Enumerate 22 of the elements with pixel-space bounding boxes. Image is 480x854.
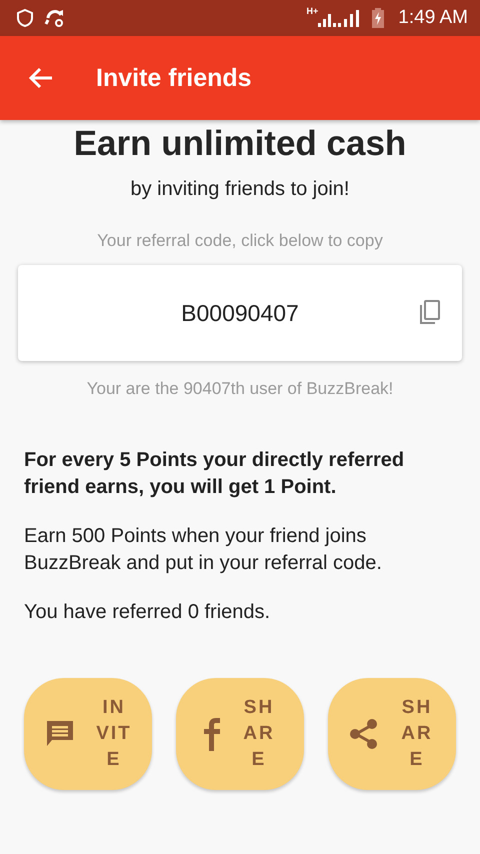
invite-button[interactable]: INVITE (24, 678, 152, 790)
network-type: H+ (306, 6, 318, 16)
screen-title: Invite friends (96, 64, 252, 92)
user-rank-note: Your are the 90407th user of BuzzBreak! (86, 379, 394, 399)
paragraph: You have referred 0 friends. (24, 600, 272, 625)
referral-code-card[interactable]: B00090407 (18, 265, 462, 361)
headline: Earn unlimited cash (72, 124, 408, 164)
back-arrow-icon[interactable] (28, 67, 54, 89)
facebook-icon (203, 717, 221, 751)
share-button[interactable]: SHARE (176, 678, 304, 790)
clock: 1:49 AM (398, 7, 468, 29)
subheadline: by inviting friends to join! (129, 178, 350, 201)
battery-charging-icon (372, 8, 384, 28)
share-button[interactable]: SHARE (328, 678, 456, 790)
paragraph: For every 5 Points your directly referred friend earns, you will get 1 Point. (24, 448, 406, 500)
referral-code: B00090407 (181, 300, 299, 326)
share-icon (349, 718, 379, 750)
referral-hint: Your referral code, click below to copy (96, 231, 384, 251)
copy-icon[interactable] (418, 299, 442, 325)
sync-icon (44, 8, 66, 28)
shield-icon (16, 8, 34, 28)
paragraph: Earn 500 Points when your friend joins BuzzBreak and put in your referral code. (24, 524, 383, 576)
